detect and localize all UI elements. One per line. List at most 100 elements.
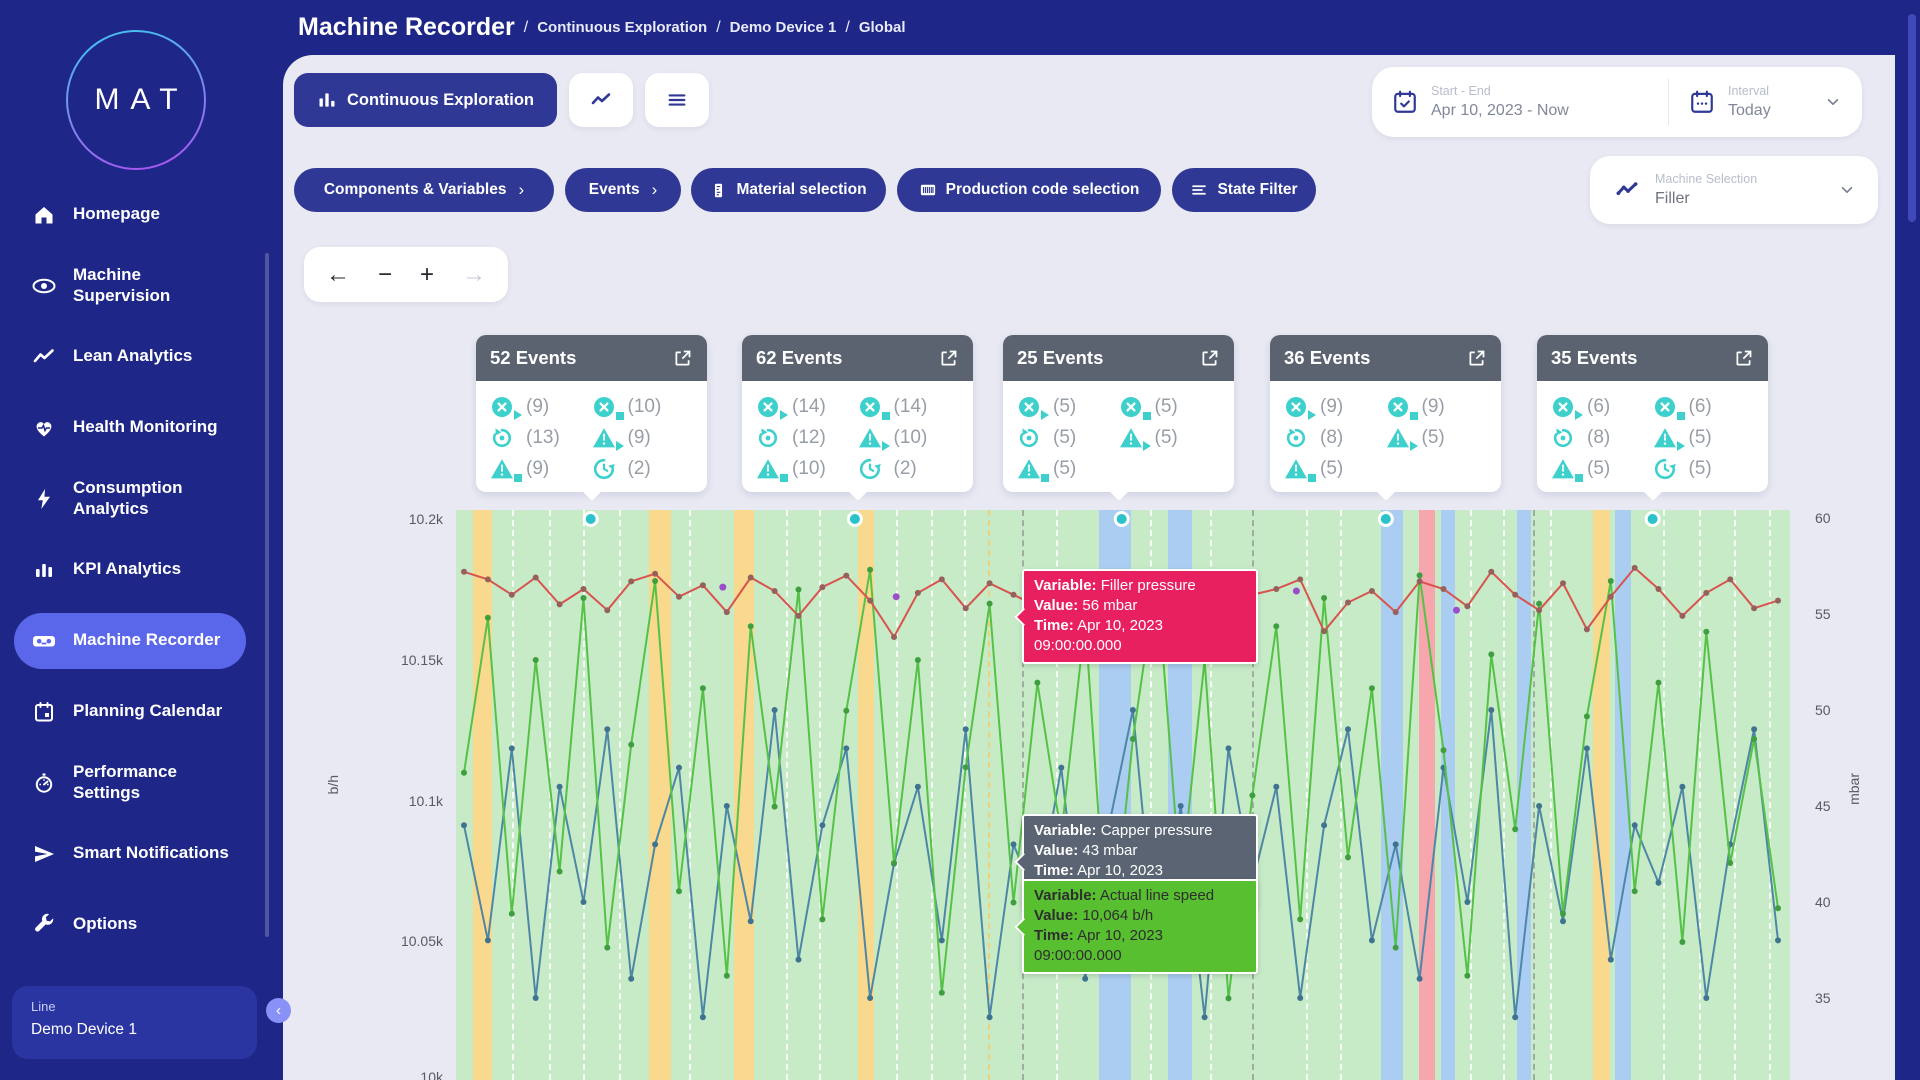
zoom-in-button[interactable]: + [420,263,434,287]
open-events-icon[interactable] [672,348,693,369]
event-breakdown: (5) (5) (5) (5) (5) [1003,381,1234,492]
sidebar-item-lean-analytics[interactable]: Lean Analytics [0,321,283,392]
chevron-right-icon: › [652,180,658,200]
sidebar-nav: Homepage Machine Supervision Lean Analyt… [0,179,283,960]
sidebar-item-planning-calendar[interactable]: Planning Calendar [0,676,283,747]
event-count-title: 25 Events [1017,347,1103,369]
heart-pulse-icon [31,416,57,440]
date-range-label: Start - End [1431,84,1569,98]
cancel-square-event-icon [1119,395,1143,419]
continuous-exploration-tab[interactable]: Continuous Exploration [294,73,557,127]
components-variables-filter[interactable]: Components & Variables › [294,168,554,212]
interval-select[interactable]: Interval Today [1669,84,1862,120]
date-range-value: Apr 10, 2023 - Now [1431,102,1569,120]
event-count-title: 52 Events [490,347,576,369]
sidebar-item-health-monitoring[interactable]: Health Monitoring [0,392,283,463]
open-events-icon[interactable] [938,348,959,369]
calendar-interval-icon [1689,89,1715,115]
event-card: 36 Events (9) (8) (5) (9) (5) [1270,335,1501,492]
sidebar-item-performance-settings[interactable]: Performance Settings [0,747,283,818]
y-right-tick: 60 [1815,510,1831,526]
warning-square-event-icon [1284,457,1308,481]
send-icon [31,842,57,866]
date-range-card: Start - End Apr 10, 2023 - Now Interval … [1372,67,1862,137]
open-events-icon[interactable] [1733,348,1754,369]
cancel-triangle-event-icon [1284,395,1308,419]
event-card: 35 Events (6) (8) (5) (6) (5) (5) [1537,335,1768,492]
sidebar-item-smart-notifications[interactable]: Smart Notifications [0,818,283,889]
restore-event-icon [490,426,514,450]
warning-triangle-event-icon [1119,426,1143,450]
event-count-title: 62 Events [756,347,842,369]
material-selection-filter[interactable]: Material selection [691,168,886,212]
y-left-tick: 10.15k [401,652,443,668]
sidebar-collapse-button[interactable]: ‹ [266,998,291,1023]
event-card: 25 Events (5) (5) (5) (5) (5) [1003,335,1234,492]
list-view-button[interactable] [645,73,709,127]
restore-event-icon [1284,426,1308,450]
cancel-square-event-icon [858,395,882,419]
pan-forward-button[interactable]: → [462,263,486,287]
cancel-square-event-icon [592,395,616,419]
sidebar-item-consumption-analytics[interactable]: Consumption Analytics [0,463,283,534]
date-range-picker[interactable]: Start - End Apr 10, 2023 - Now [1372,84,1650,120]
breadcrumb-segment[interactable]: Demo Device 1 [730,19,837,36]
material-icon [710,182,727,199]
filter-label: Material selection [736,181,866,199]
event-card-header: 36 Events [1270,335,1501,381]
event-breakdown: (6) (8) (5) (6) (5) (5) [1537,381,1768,492]
y-left-axis-title: b/h [325,775,341,794]
y-right-tick: 50 [1815,702,1831,718]
breadcrumb-separator: / [524,19,528,37]
event-card-header: 35 Events [1537,335,1768,381]
breadcrumb-segment[interactable]: Continuous Exploration [537,19,707,36]
y-left-tick: 10.2k [409,511,443,527]
sidebar-item-machine-supervision[interactable]: Machine Supervision [0,250,283,321]
cancel-triangle-event-icon [1551,395,1575,419]
tooltip-filler-pressure: Variable: Filler pressure Value: 56 mbar… [1022,569,1258,664]
machine-selection-label: Machine Selection [1655,172,1840,186]
sidebar-item-options[interactable]: Options [0,889,283,960]
restore-event-icon [1017,426,1041,450]
barcode-icon [919,181,937,199]
warning-square-event-icon [1551,457,1575,481]
tab-label: Continuous Exploration [347,91,534,110]
sidebar-item-homepage[interactable]: Homepage [0,179,283,250]
brand-logo[interactable]: MAT [66,30,206,170]
filter-label: Production code selection [946,181,1140,199]
sidebar-item-kpi-analytics[interactable]: KPI Analytics [0,534,283,605]
y-right-tick: 45 [1815,798,1831,814]
cancel-square-event-icon [1386,395,1410,419]
pan-back-button[interactable]: ← [326,263,350,287]
state-filter[interactable]: State Filter [1172,168,1316,212]
warning-triangle-event-icon [592,426,616,450]
sidebar-item-label: Machine Supervision [73,265,233,306]
machine-selection-value: Filler [1655,190,1840,208]
warning-square-event-icon [1017,457,1041,481]
y-right-tick: 55 [1815,606,1831,622]
machine-trend-icon [1614,177,1640,203]
sidebar-item-label: Planning Calendar [73,701,233,722]
sidebar-scrollbar[interactable] [265,253,269,937]
restore-event-icon [756,426,780,450]
open-events-icon[interactable] [1199,348,1220,369]
zoom-out-button[interactable]: − [378,263,392,287]
sidebar-item-machine-recorder[interactable]: Machine Recorder [0,605,283,676]
y-left-tick: 10.1k [409,793,443,809]
event-card-header: 25 Events [1003,335,1234,381]
state-filter-icon [1190,181,1208,199]
events-filter[interactable]: Events › [565,168,681,212]
event-card: 52 Events (9) (13) (9) (10) (9) (2) [476,335,707,492]
top-bar: Machine Recorder / Continuous Exploratio… [283,0,1920,55]
sidebar-item-label: Smart Notifications [73,843,233,864]
event-card-header: 62 Events [742,335,973,381]
device-card[interactable]: Line Demo Device 1 [12,986,257,1059]
page-scrollbar[interactable] [1908,14,1916,222]
production-code-selection-filter[interactable]: Production code selection [897,168,1161,212]
open-events-icon[interactable] [1466,348,1487,369]
event-breakdown: (9) (8) (5) (9) (5) [1270,381,1501,492]
breadcrumb-segment[interactable]: Global [859,19,906,36]
page-title: Machine Recorder [298,13,515,42]
line-view-button[interactable] [569,73,633,127]
machine-selection-dropdown[interactable]: Machine Selection Filler [1590,156,1878,224]
